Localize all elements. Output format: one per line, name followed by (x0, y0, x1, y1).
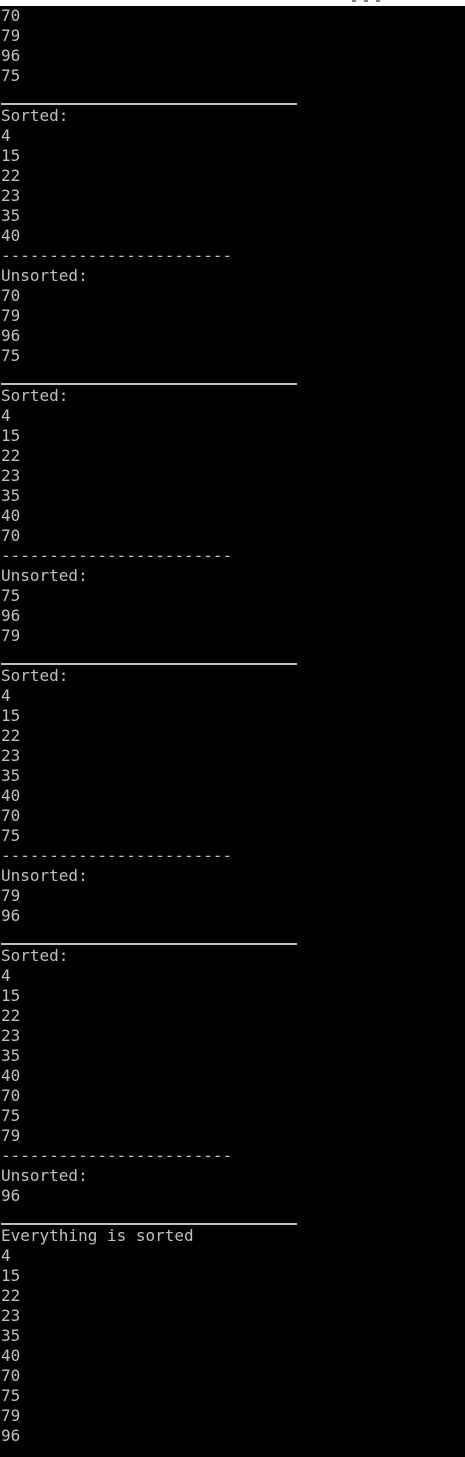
number-line: 35 (1, 486, 21, 505)
unsorted-heading: Unsorted: (1, 266, 88, 285)
section-divider-line (1, 1206, 465, 1226)
number-line: 4 (1, 1246, 11, 1265)
number-line: 96 (1, 46, 21, 65)
sorted-heading: Sorted: (1, 666, 69, 685)
number-line: 35 (1, 206, 21, 225)
dashed-separator: ------------------------ (1, 1146, 233, 1165)
sorted-heading: Sorted: (1, 106, 69, 125)
number-line: 79 (1, 26, 21, 45)
number-line: 35 (1, 1326, 21, 1345)
number-line: 70 (1, 286, 21, 305)
number-line: 15 (1, 146, 21, 165)
number-line: 40 (1, 226, 21, 245)
completion-message: Everything is sorted (1, 1226, 194, 1245)
number-line: 75 (1, 586, 21, 605)
number-line: 96 (1, 1426, 21, 1445)
number-line: 70 (1, 1086, 21, 1105)
number-line: 70 (1, 526, 21, 545)
number-line: 96 (1, 1186, 21, 1205)
number-line: 22 (1, 1006, 21, 1025)
number-line: 40 (1, 1346, 21, 1365)
number-line: 70 (1, 6, 21, 25)
cut-off-text-fragment (364, 0, 368, 2)
number-line: 75 (1, 1386, 21, 1405)
number-line: 79 (1, 1406, 21, 1425)
unsorted-heading: Unsorted: (1, 866, 88, 885)
number-line: 75 (1, 1106, 21, 1125)
number-line: 4 (1, 126, 11, 145)
sorted-heading: Sorted: (1, 386, 69, 405)
number-line: 23 (1, 186, 21, 205)
number-line: 40 (1, 786, 21, 805)
cut-off-text-fragment (376, 0, 380, 2)
number-line: 15 (1, 426, 21, 445)
number-line: 96 (1, 906, 21, 925)
number-line: 22 (1, 726, 21, 745)
number-line: 23 (1, 466, 21, 485)
number-line: 35 (1, 766, 21, 785)
number-line: 40 (1, 1066, 21, 1085)
unsorted-heading: Unsorted: (1, 566, 88, 585)
number-line: 15 (1, 1266, 21, 1285)
dashed-separator: ------------------------ (1, 546, 233, 565)
number-line: 15 (1, 706, 21, 725)
number-line: 75 (1, 66, 21, 85)
cut-off-text-fragment (352, 0, 356, 2)
number-line: 23 (1, 1306, 21, 1325)
number-line: 22 (1, 166, 21, 185)
number-line: 75 (1, 346, 21, 365)
number-line: 96 (1, 326, 21, 345)
number-line: 79 (1, 1126, 21, 1145)
number-line: 4 (1, 686, 11, 705)
number-line: 79 (1, 886, 21, 905)
number-line: 70 (1, 1366, 21, 1385)
number-line: 23 (1, 746, 21, 765)
console-output[interactable]: 70 79 96 75 Sorted: 4 15 22 23 35 40 --------------… (1, 6, 465, 1446)
unsorted-heading: Unsorted: (1, 1166, 88, 1185)
number-line: 75 (1, 826, 21, 845)
number-line: 23 (1, 1026, 21, 1045)
number-line: 79 (1, 626, 21, 645)
number-line: 4 (1, 406, 11, 425)
dashed-separator: ------------------------ (1, 246, 233, 265)
number-line: 22 (1, 446, 21, 465)
section-divider-line (1, 366, 465, 386)
section-divider-line (1, 86, 465, 106)
number-line: 35 (1, 1046, 21, 1065)
number-line: 4 (1, 966, 11, 985)
section-divider-line (1, 926, 465, 946)
section-divider-line (1, 646, 465, 666)
dashed-separator: ------------------------ (1, 846, 233, 865)
number-line: 70 (1, 806, 21, 825)
number-line: 40 (1, 506, 21, 525)
sorted-heading: Sorted: (1, 946, 69, 965)
number-line: 79 (1, 306, 21, 325)
number-line: 96 (1, 606, 21, 625)
number-line: 22 (1, 1286, 21, 1305)
number-line: 15 (1, 986, 21, 1005)
